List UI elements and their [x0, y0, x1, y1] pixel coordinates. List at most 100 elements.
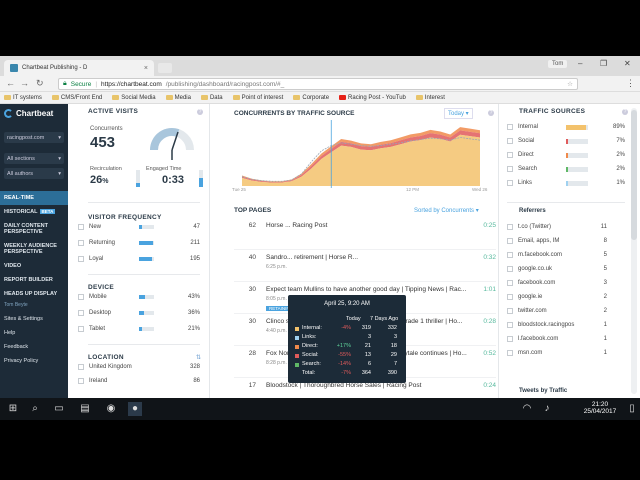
back-icon[interactable]: ←: [6, 78, 15, 88]
minimize-icon[interactable]: –: [578, 59, 582, 68]
authors-select[interactable]: All authors ▾: [4, 168, 64, 179]
checkbox[interactable]: [78, 294, 84, 300]
checkbox[interactable]: [507, 279, 513, 286]
nav-weekly-audience[interactable]: WEEKLY AUDIENCE PERSPECTIVE: [0, 239, 68, 259]
windows-start-icon[interactable]: ⊞: [6, 402, 20, 416]
article-row[interactable]: 40 Sandro... retirement | Horse R... 0:32 6…: [234, 252, 496, 282]
article-title-link[interactable]: Sandro... retirement | Horse R...: [266, 254, 472, 261]
nav-video[interactable]: VIDEO: [0, 259, 68, 273]
checkbox[interactable]: [507, 223, 513, 230]
close-window-icon[interactable]: ✕: [624, 59, 631, 68]
browser-tab[interactable]: Chartbeat Publishing - D ×: [4, 60, 154, 76]
checkbox[interactable]: [507, 265, 513, 272]
referrer-row[interactable]: m.facebook.com 5: [507, 248, 607, 261]
bookmark-item[interactable]: Racing Post - YouTub: [339, 95, 406, 101]
nav-realtime[interactable]: REAL-TIME: [0, 191, 68, 205]
chrome-icon[interactable]: ●: [128, 402, 142, 416]
referrer-row[interactable]: Email, apps, IM 8: [507, 234, 607, 247]
reload-icon[interactable]: ↻: [36, 78, 44, 89]
traffic-source-row[interactable]: Direct 2%: [507, 148, 625, 162]
checkbox[interactable]: [78, 310, 84, 316]
checkbox[interactable]: [507, 335, 513, 342]
referrer-row[interactable]: google.ie 2: [507, 290, 607, 303]
help-icon[interactable]: ?: [197, 109, 203, 115]
volume-icon[interactable]: ♪: [540, 402, 554, 416]
bookmark-item[interactable]: Social Media: [112, 95, 156, 101]
bookmark-item[interactable]: Data: [200, 95, 223, 101]
checkbox[interactable]: [78, 326, 84, 332]
bookmark-star-icon[interactable]: ☆: [567, 80, 573, 88]
checkbox[interactable]: [78, 240, 84, 246]
site-select[interactable]: racingpost.com ▾: [4, 132, 64, 143]
nav-sites-settings[interactable]: Sites & Settings: [0, 312, 68, 326]
new-tab-button[interactable]: [158, 63, 172, 73]
bookmark-item[interactable]: IT systems: [4, 95, 42, 101]
nav-daily-content[interactable]: DAILY CONTENT PERSPECTIVE: [0, 219, 68, 239]
referrer-row[interactable]: bloodstock.racingpos 1: [507, 318, 607, 331]
nav-tour[interactable]: Tom Beyte: [0, 301, 68, 312]
article-title-link[interactable]: Horse ... Racing Post: [266, 222, 472, 229]
chartbeat-logo[interactable]: Chartbeat: [0, 104, 68, 122]
network-icon[interactable]: ◠: [520, 402, 534, 416]
nav-historical[interactable]: HISTORICAL BETA: [0, 205, 68, 219]
checkbox[interactable]: [78, 224, 84, 230]
bookmark-item[interactable]: Corporate: [293, 95, 329, 101]
bookmark-item[interactable]: Point of interest: [232, 95, 283, 101]
profile-button[interactable]: Tom: [548, 60, 568, 68]
checkbox[interactable]: [507, 166, 513, 172]
browser-menu-icon[interactable]: ⋮: [626, 78, 635, 89]
checkbox[interactable]: [507, 124, 513, 130]
article-title-link[interactable]: Bloodstock | Thoroughbred Horse Sales | …: [266, 382, 472, 389]
top-pages-sort-select[interactable]: Sorted by Concurrents ▾: [414, 207, 479, 214]
article-row[interactable]: 62 Horse ... Racing Post 0:25: [234, 220, 496, 250]
traffic-source-chart[interactable]: [230, 120, 492, 188]
checkbox[interactable]: [507, 138, 513, 144]
checkbox[interactable]: [507, 307, 513, 314]
checkbox[interactable]: [507, 321, 513, 328]
help-icon[interactable]: ?: [488, 110, 494, 116]
notifications-icon[interactable]: ▯: [628, 402, 636, 416]
bookmark-item[interactable]: Interest: [415, 95, 445, 101]
checkbox[interactable]: [507, 251, 513, 258]
file-explorer-icon[interactable]: ▤: [78, 402, 92, 416]
app-icon[interactable]: ◉: [104, 402, 118, 416]
traffic-source-row[interactable]: Links 1%: [507, 176, 625, 190]
checkbox[interactable]: [507, 237, 513, 244]
checkbox[interactable]: [507, 293, 513, 300]
checkbox[interactable]: [78, 364, 84, 370]
help-icon[interactable]: ?: [622, 109, 628, 115]
nav-privacy[interactable]: Privacy Policy: [0, 354, 68, 368]
checkbox[interactable]: [507, 152, 513, 158]
referrer-row[interactable]: msn.com 1: [507, 346, 607, 359]
maximize-icon[interactable]: ❐: [600, 59, 607, 68]
nav-heads-up-display[interactable]: HEADS UP DISPLAY: [0, 287, 68, 301]
nav-report-builder[interactable]: REPORT BUILDER: [0, 273, 68, 287]
checkbox[interactable]: [507, 180, 513, 186]
clock[interactable]: 21:20 25/04/2017: [580, 401, 620, 415]
sort-icon[interactable]: ⇅: [196, 354, 201, 361]
checkbox[interactable]: [507, 349, 513, 356]
url-input[interactable]: 🔒︎ Secure | https://chartbeat.com/publis…: [58, 78, 578, 90]
nav-feedback[interactable]: Feedback: [0, 340, 68, 354]
scrollbar-thumb[interactable]: [631, 110, 637, 240]
sections-select[interactable]: All sections ▾: [4, 153, 64, 164]
traffic-source-row[interactable]: Search 2%: [507, 162, 625, 176]
forward-icon[interactable]: →: [20, 78, 29, 88]
traffic-source-row[interactable]: Social 7%: [507, 134, 625, 148]
checkbox[interactable]: [78, 378, 84, 384]
referrer-row[interactable]: t.co (Twitter) 11: [507, 220, 607, 233]
bookmark-item[interactable]: CMS/Front End: [51, 95, 102, 101]
article-title-link[interactable]: Expect team Mullins to have another good…: [266, 286, 472, 293]
chart-range-select[interactable]: Today ▾: [444, 108, 473, 119]
referrer-row[interactable]: twitter.com 2: [507, 304, 607, 317]
close-tab-icon[interactable]: ×: [144, 65, 148, 72]
bookmark-item[interactable]: Media: [165, 95, 191, 101]
search-icon[interactable]: ⌕: [28, 402, 42, 416]
nav-help[interactable]: Help: [0, 326, 68, 340]
traffic-source-row[interactable]: Internal 89%: [507, 120, 625, 134]
referrer-row[interactable]: google.co.uk 5: [507, 262, 607, 275]
referrer-row[interactable]: facebook.com 3: [507, 276, 607, 289]
task-view-icon[interactable]: ▭: [52, 402, 66, 416]
referrer-row[interactable]: l.facebook.com 1: [507, 332, 607, 345]
checkbox[interactable]: [78, 256, 84, 262]
